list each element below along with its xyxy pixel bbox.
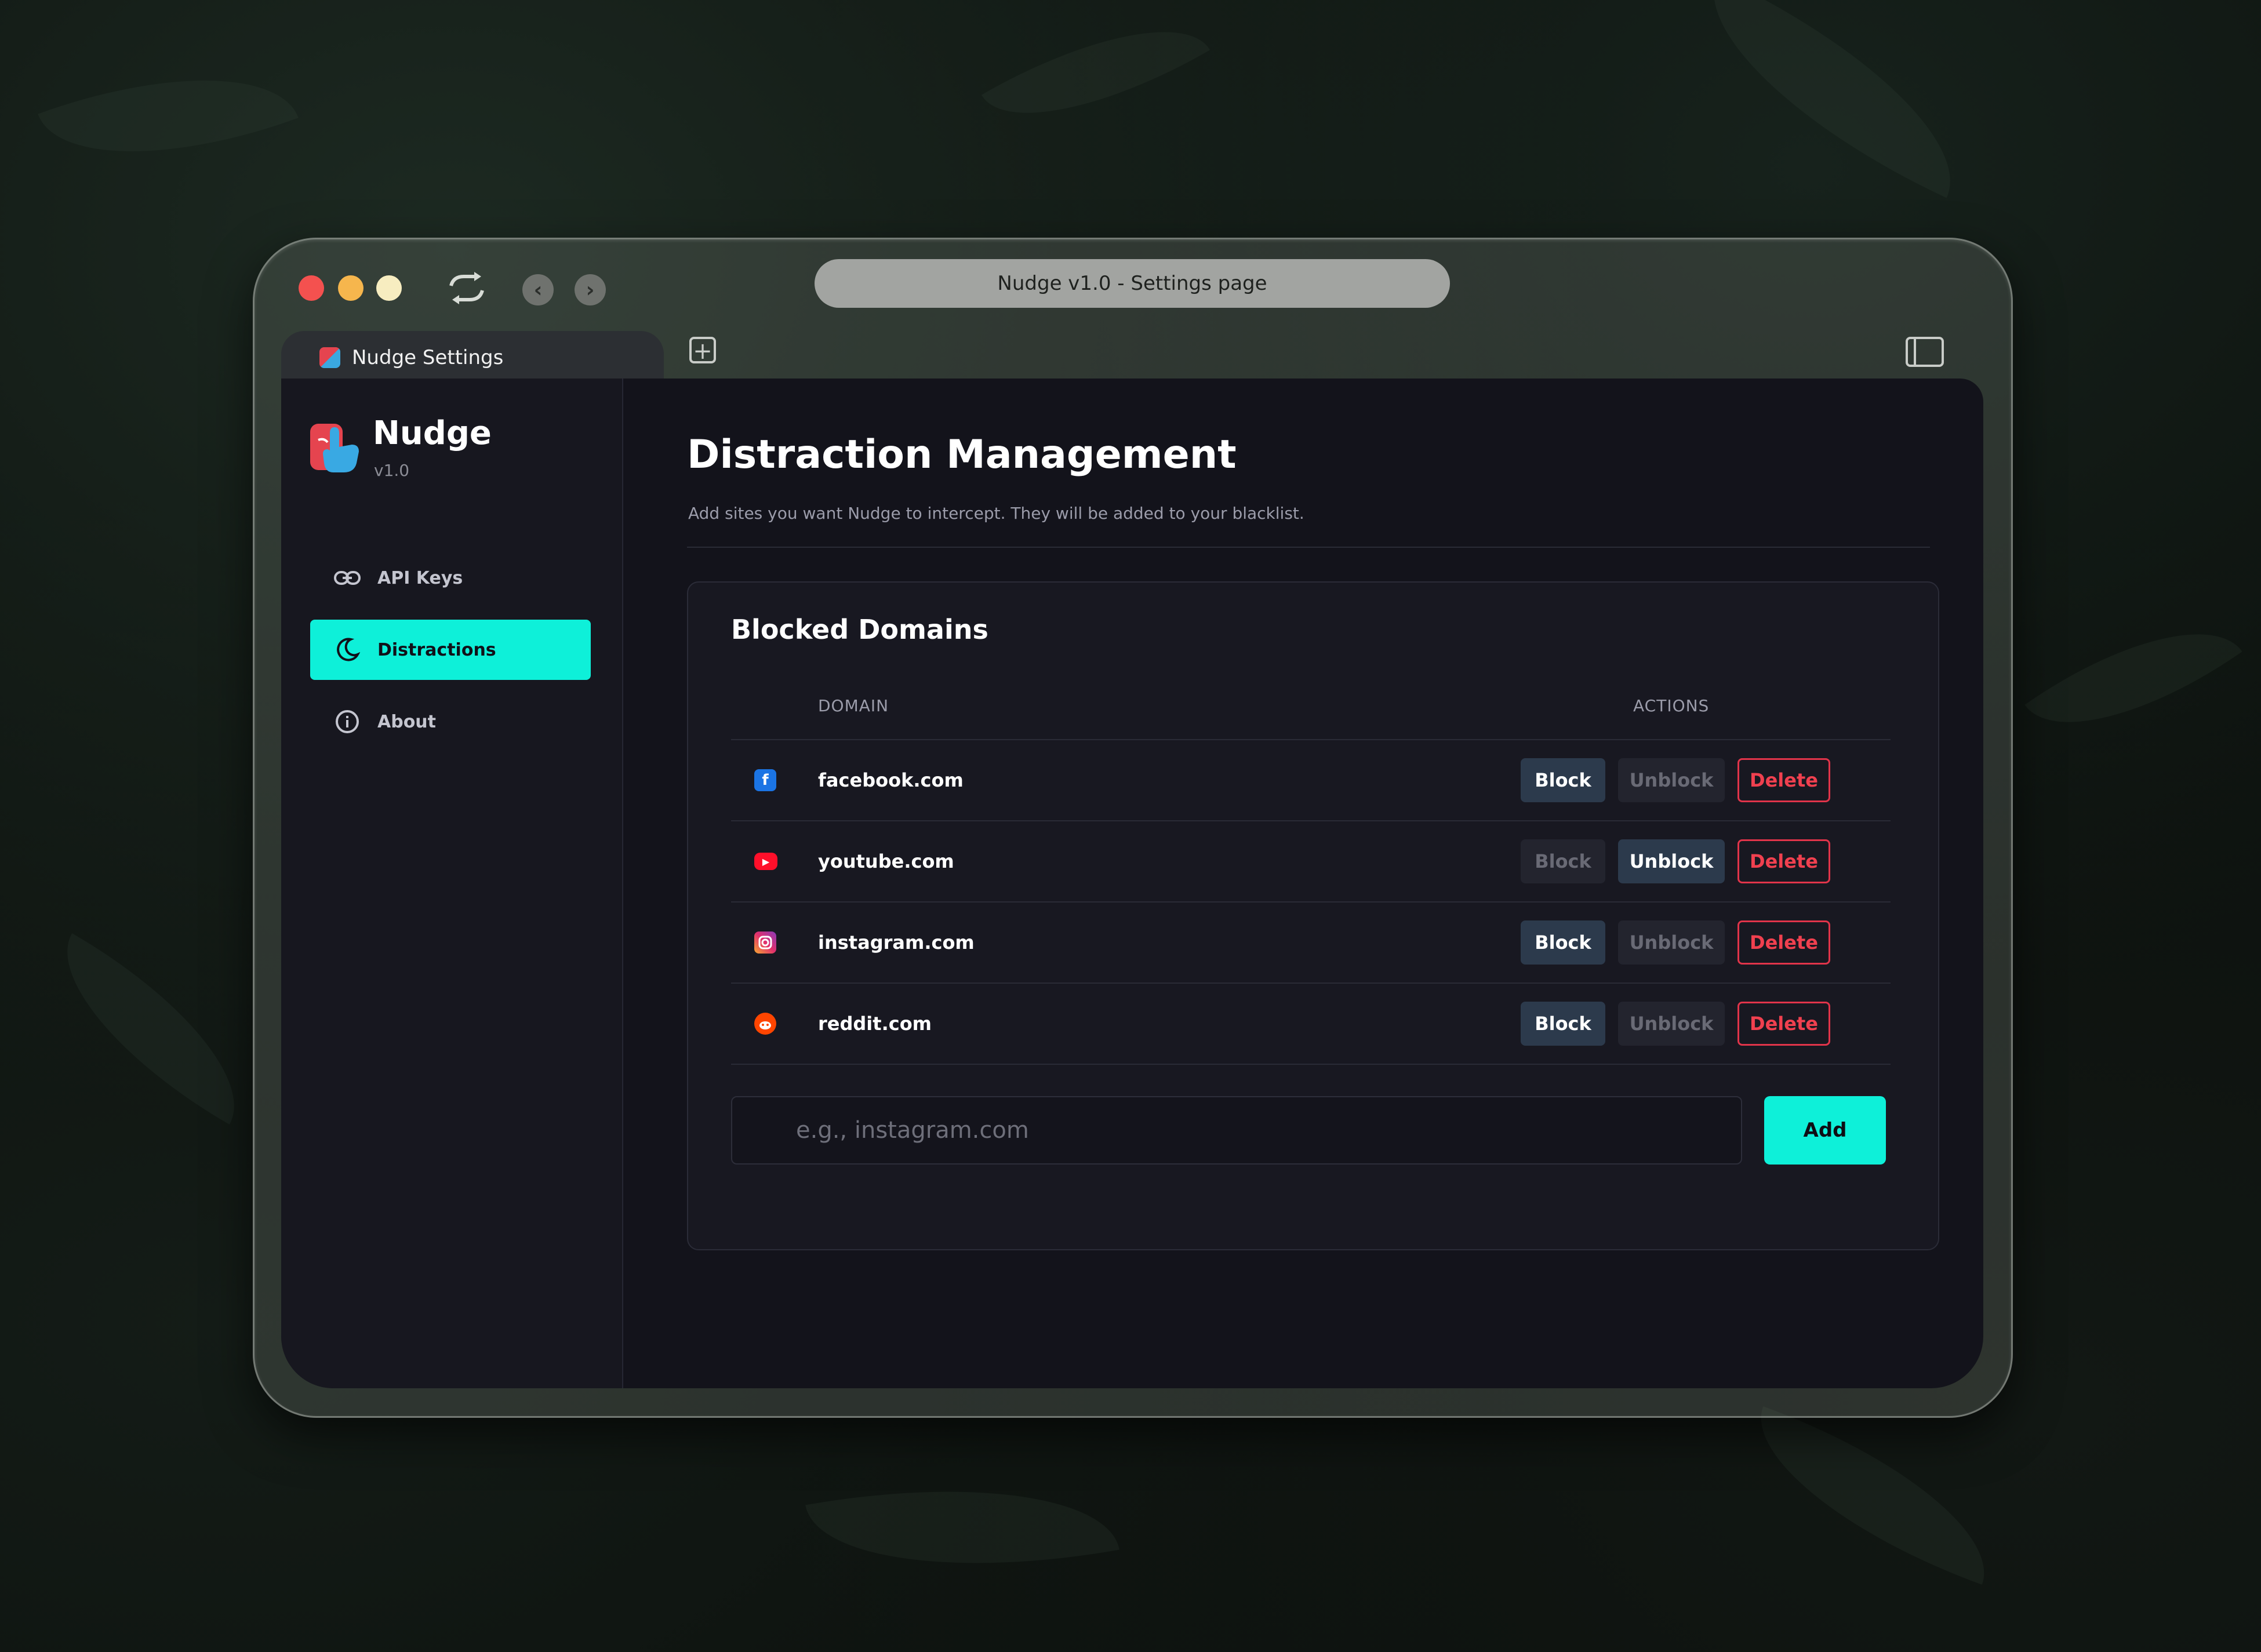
refresh-arrows-icon xyxy=(449,272,484,304)
domain-input[interactable] xyxy=(731,1096,1742,1165)
brand-version: v1.0 xyxy=(374,461,410,480)
table-row: ▶ youtube.com Block Unblock Delete xyxy=(731,821,1891,901)
blocked-domains-card: Blocked Domains DOMAIN ACTIONS f faceboo… xyxy=(687,581,1939,1250)
tab-nudge-settings[interactable]: Nudge Settings xyxy=(281,331,664,384)
new-tab-icon[interactable]: + xyxy=(689,337,716,363)
maximize-window-button[interactable] xyxy=(376,275,402,301)
tab-title: Nudge Settings xyxy=(352,346,504,369)
page-title: Distraction Management xyxy=(687,432,1237,478)
reddit-icon xyxy=(754,1013,776,1035)
table-row: reddit.com Block Unblock Delete xyxy=(731,984,1891,1064)
reload-icon[interactable] xyxy=(444,270,490,307)
back-button[interactable]: ‹ xyxy=(522,274,554,305)
delete-button[interactable]: Delete xyxy=(1737,920,1830,965)
close-window-button[interactable] xyxy=(299,275,324,301)
delete-button[interactable]: Delete xyxy=(1737,758,1830,802)
chevron-right-icon: › xyxy=(586,278,595,302)
address-bar[interactable]: Nudge v1.0 - Settings page xyxy=(815,259,1450,308)
moon-icon xyxy=(333,636,361,664)
page-subtitle: Add sites you want Nudge to intercept. T… xyxy=(688,504,1304,523)
column-header-domain: DOMAIN xyxy=(818,696,889,715)
main-panel: Distraction Management Add sites you wan… xyxy=(622,379,1983,1388)
unblock-button[interactable]: Unblock xyxy=(1618,1002,1725,1046)
sidebar-toggle-icon[interactable] xyxy=(1906,337,1944,367)
sidebar-item-label: API Keys xyxy=(377,567,463,588)
delete-button[interactable]: Delete xyxy=(1737,1002,1830,1046)
link-icon xyxy=(333,564,361,592)
sidebar-item-label: Distractions xyxy=(377,639,496,660)
divider xyxy=(731,1064,1891,1065)
domain-name: facebook.com xyxy=(818,769,964,791)
add-button[interactable]: Add xyxy=(1764,1096,1886,1165)
block-button[interactable]: Block xyxy=(1521,839,1605,883)
nudge-logo-icon xyxy=(310,424,359,472)
sidebar: Nudge v1.0 API Keys Distractions About xyxy=(281,379,623,1388)
unblock-button[interactable]: Unblock xyxy=(1618,920,1725,965)
instagram-icon xyxy=(754,931,776,954)
chevron-left-icon: ‹ xyxy=(533,278,543,302)
block-button[interactable]: Block xyxy=(1521,920,1605,965)
divider xyxy=(687,547,1930,548)
card-title: Blocked Domains xyxy=(731,614,988,645)
domain-name: reddit.com xyxy=(818,1013,932,1035)
forward-button[interactable]: › xyxy=(575,274,606,305)
sidebar-item-distractions[interactable]: Distractions xyxy=(310,620,591,680)
block-button[interactable]: Block xyxy=(1521,758,1605,802)
facebook-icon: f xyxy=(754,769,776,791)
sidebar-item-label: About xyxy=(377,711,437,732)
block-button[interactable]: Block xyxy=(1521,1002,1605,1046)
info-icon xyxy=(333,708,361,736)
sidebar-item-about[interactable]: About xyxy=(310,692,591,752)
table-row: instagram.com Block Unblock Delete xyxy=(731,903,1891,983)
brand-name: Nudge xyxy=(373,414,492,452)
unblock-button[interactable]: Unblock xyxy=(1618,758,1725,802)
nudge-favicon-icon xyxy=(319,347,340,368)
delete-button[interactable]: Delete xyxy=(1737,839,1830,883)
domain-name: youtube.com xyxy=(818,850,954,872)
domain-name: instagram.com xyxy=(818,931,975,954)
table-row: f facebook.com Block Unblock Delete xyxy=(731,740,1891,820)
page-content: Nudge v1.0 API Keys Distractions About D… xyxy=(281,379,1983,1388)
youtube-icon: ▶ xyxy=(754,853,777,870)
column-header-actions: ACTIONS xyxy=(1633,696,1710,715)
unblock-button[interactable]: Unblock xyxy=(1618,839,1725,883)
address-text: Nudge v1.0 - Settings page xyxy=(997,272,1267,295)
minimize-window-button[interactable] xyxy=(338,275,363,301)
sidebar-item-api-keys[interactable]: API Keys xyxy=(310,548,591,608)
browser-window: ‹ › Nudge v1.0 - Settings page Nudge Set… xyxy=(253,238,2013,1418)
